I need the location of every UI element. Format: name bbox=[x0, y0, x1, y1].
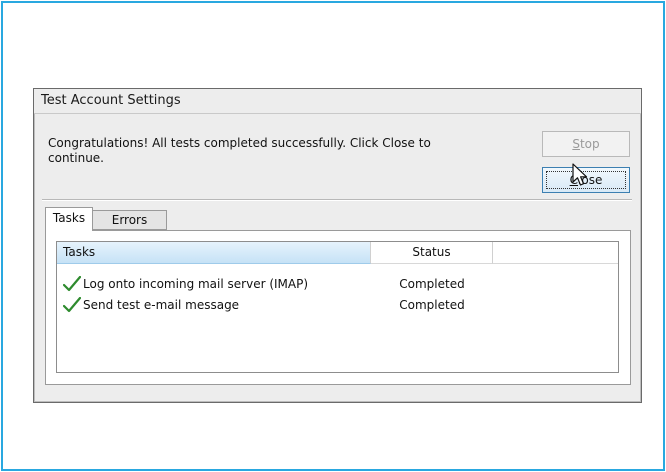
status-message: Congratulations! All tests completed suc… bbox=[48, 136, 431, 165]
task-name: Send test e-mail message bbox=[83, 298, 240, 312]
stop-button[interactable]: Stop bbox=[542, 131, 630, 157]
mouse-pointer-icon bbox=[572, 163, 588, 186]
tab-panel: Tasks Status Log onto incoming mail serv… bbox=[45, 230, 631, 385]
tasks-list: Tasks Status Log onto incoming mail serv… bbox=[56, 241, 619, 373]
task-status: Completed bbox=[399, 298, 465, 312]
column-header-empty[interactable] bbox=[493, 242, 618, 264]
check-icon bbox=[63, 276, 81, 292]
table-row[interactable]: Log onto incoming mail server (IMAP) Com… bbox=[57, 275, 618, 295]
check-icon bbox=[63, 297, 81, 313]
column-header-tasks[interactable]: Tasks bbox=[57, 242, 371, 264]
stop-accelerator: S bbox=[572, 137, 580, 151]
test-account-settings-dialog: Test Account Settings Congratulations! A… bbox=[33, 88, 642, 403]
separator bbox=[42, 199, 632, 201]
table-row[interactable]: Send test e-mail message Completed bbox=[57, 296, 618, 316]
outer-frame: Test Account Settings Congratulations! A… bbox=[1, 1, 665, 471]
task-name: Log onto incoming mail server (IMAP) bbox=[83, 277, 309, 291]
task-status: Completed bbox=[399, 277, 465, 291]
tab-tasks[interactable]: Tasks bbox=[45, 207, 93, 231]
dialog-title: Test Account Settings bbox=[41, 93, 181, 108]
column-header-status[interactable]: Status bbox=[371, 242, 493, 264]
dialog-titlebar: Test Account Settings bbox=[34, 89, 641, 114]
tab-errors[interactable]: Errors bbox=[93, 210, 167, 230]
